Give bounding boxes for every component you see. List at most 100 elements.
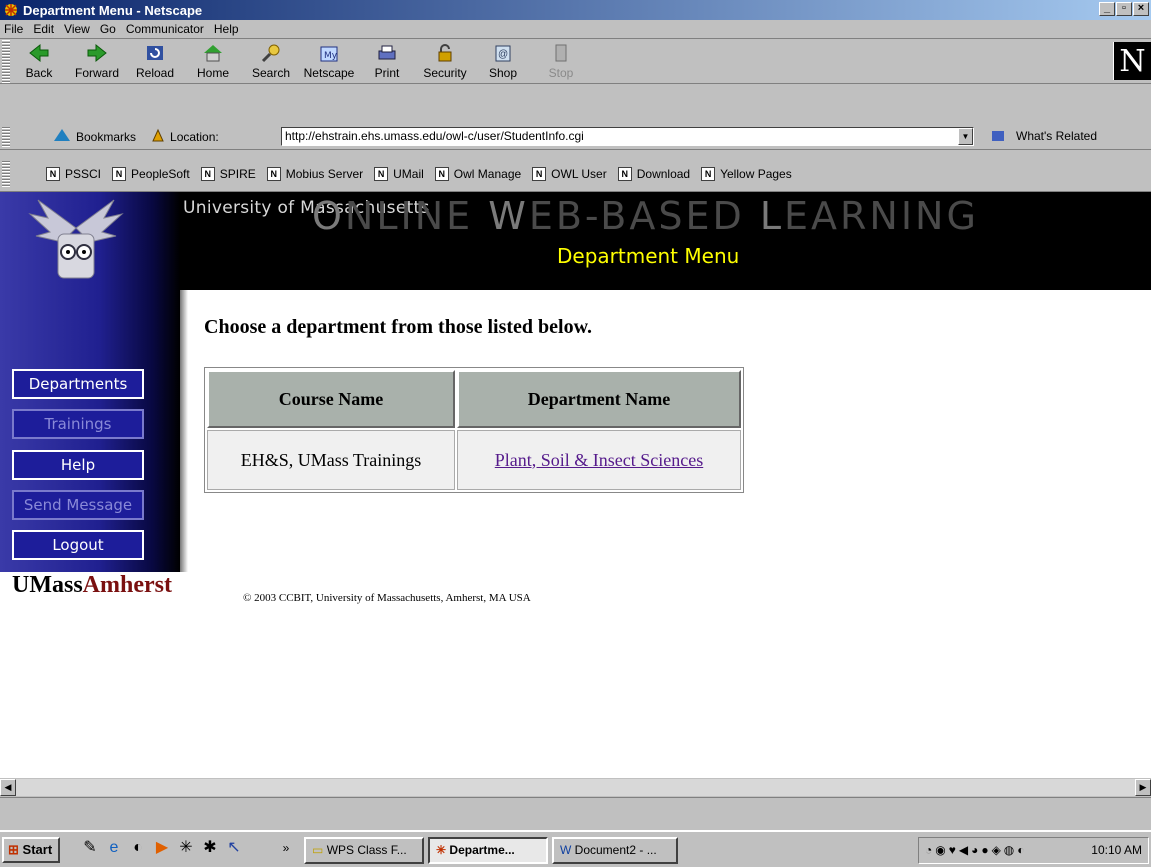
menu-help[interactable]: Help xyxy=(214,22,239,36)
menu-view[interactable]: View xyxy=(64,22,90,36)
toolbar-grip[interactable] xyxy=(2,40,10,83)
bookmark-link[interactable]: N Yellow Pages xyxy=(701,166,792,181)
bookmark-page-icon: N xyxy=(434,166,449,181)
page-content: University of Massachusetts ONLINE WEB-B… xyxy=(0,192,1151,778)
quicklaunch-icon[interactable]: ✱ xyxy=(200,837,220,859)
shop-icon: @ xyxy=(491,42,515,64)
whats-related-button[interactable]: What's Related xyxy=(1016,129,1097,143)
owl-logo-icon xyxy=(28,198,124,282)
print-button[interactable]: Print xyxy=(358,40,416,83)
reload-icon xyxy=(143,42,167,64)
page-subtitle: Department Menu xyxy=(557,244,740,268)
reload-button[interactable]: Reload xyxy=(126,40,184,83)
clock[interactable]: 10:10 AM xyxy=(1091,838,1142,863)
title-bar[interactable]: Department Menu - Netscape _ ▫ × xyxy=(0,0,1151,20)
toolbar-grip[interactable] xyxy=(2,160,10,187)
navigation-toolbar: Back Forward Reload Home Search My Netsc… xyxy=(0,40,1151,84)
windows-taskbar: ⊞ Start ✎ e ◐ ▶ ✳ ✱ ↖ » ▭ WPS Class F...… xyxy=(0,830,1151,867)
search-button[interactable]: Search xyxy=(242,40,300,83)
bookmark-link[interactable]: N Download xyxy=(617,166,690,181)
bookmark-link[interactable]: N SPIRE xyxy=(200,166,256,181)
column-header-department: Department Name xyxy=(457,370,741,428)
bookmark-page-icon: N xyxy=(200,166,215,181)
minimize-button[interactable]: _ xyxy=(1099,2,1115,16)
internet-explorer-icon[interactable]: e xyxy=(104,837,124,859)
back-button[interactable]: Back xyxy=(10,40,68,83)
menu-file[interactable]: File xyxy=(4,22,23,36)
back-arrow-icon xyxy=(27,42,51,64)
my-netscape-button[interactable]: My Netscape xyxy=(300,40,358,83)
bookmark-link[interactable]: N PeopleSoft xyxy=(112,166,190,181)
taskbar-button[interactable]: W Document2 - ... xyxy=(552,837,678,864)
search-icon xyxy=(259,42,283,64)
department-name-cell: Plant, Soil & Insect Sciences xyxy=(457,430,741,490)
word-document-icon: W xyxy=(560,843,572,857)
quicklaunch-icon[interactable]: ↖ xyxy=(224,837,244,859)
tray-icons[interactable]: ◔◉♥◀◕●◈◍◐ xyxy=(925,843,1028,857)
logout-button[interactable]: Logout xyxy=(12,530,144,560)
scroll-right-arrow-icon[interactable]: ▶ xyxy=(1135,779,1151,796)
maximize-button[interactable]: ▫ xyxy=(1116,2,1132,16)
url-dropdown-arrow[interactable]: ▼ xyxy=(958,128,973,145)
bookmark-link[interactable]: N UMail xyxy=(374,166,424,181)
bookmark-page-icon: N xyxy=(701,166,716,181)
page-heading: Choose a department from those listed be… xyxy=(204,316,592,338)
folder-icon: ▭ xyxy=(312,843,324,857)
menu-edit[interactable]: Edit xyxy=(33,22,54,36)
print-icon xyxy=(375,42,399,64)
windows-logo-icon: ⊞ xyxy=(8,842,19,857)
home-icon xyxy=(201,42,225,64)
toolbar-grip[interactable] xyxy=(2,126,10,147)
svg-text:My: My xyxy=(324,51,338,61)
location-label: Location: xyxy=(170,129,219,144)
bookmark-link[interactable]: N PSSCI xyxy=(46,166,101,181)
horizontal-scrollbar[interactable]: ◀ ▶ xyxy=(0,778,1151,796)
trainings-button[interactable]: Trainings xyxy=(12,409,144,439)
netscape-quicklaunch-icon[interactable]: ✳ xyxy=(176,837,196,859)
bookmark-page-icon: N xyxy=(532,166,547,181)
bookmark-link[interactable]: N Owl Manage xyxy=(434,166,521,181)
bookmark-link[interactable]: N Mobius Server xyxy=(266,166,363,181)
status-bar xyxy=(0,797,1151,823)
forward-button[interactable]: Forward xyxy=(68,40,126,83)
menu-bar: File Edit View Go Communicator Help xyxy=(0,20,1151,39)
table-header-row: Course Name Department Name xyxy=(207,370,741,428)
taskbar-button-active[interactable]: ✳ Departme... xyxy=(428,837,548,864)
bookmark-page-icon: N xyxy=(617,166,632,181)
help-button[interactable]: Help xyxy=(12,450,144,480)
quicklaunch-icon[interactable]: ◐ xyxy=(128,837,148,859)
home-button[interactable]: Home xyxy=(184,40,242,83)
departments-button[interactable]: Departments xyxy=(12,369,144,399)
location-icon xyxy=(150,127,166,146)
bookmark-link[interactable]: N OWL User xyxy=(532,166,607,181)
whats-related-icon xyxy=(990,128,1008,147)
svg-text:@: @ xyxy=(498,49,508,60)
system-tray: ◔◉♥◀◕●◈◍◐ 10:10 AM xyxy=(918,837,1149,864)
department-table: Course Name Department Name EH&S, UMass … xyxy=(204,367,744,493)
close-button[interactable]: × xyxy=(1133,2,1149,16)
quicklaunch-icon[interactable]: ✎ xyxy=(80,837,100,859)
quicklaunch-icon[interactable]: ▶ xyxy=(152,837,172,859)
stop-button[interactable]: Stop xyxy=(532,40,590,83)
netscape-logo[interactable]: N xyxy=(1113,42,1151,80)
bookmark-page-icon: N xyxy=(46,166,60,181)
my-netscape-icon: My xyxy=(317,42,341,64)
quicklaunch-more-icon[interactable]: » xyxy=(276,837,296,859)
scroll-left-arrow-icon[interactable]: ◀ xyxy=(0,779,16,796)
lock-icon xyxy=(433,42,457,64)
bookmarks-button[interactable]: Bookmarks xyxy=(76,130,136,144)
menu-communicator[interactable]: Communicator xyxy=(126,22,204,36)
taskbar-button[interactable]: ▭ WPS Class F... xyxy=(304,837,424,864)
umass-amherst-logo: UMassAmherst xyxy=(12,572,172,598)
window-title: Department Menu - Netscape xyxy=(23,2,203,18)
shop-button[interactable]: @ Shop xyxy=(474,40,532,83)
sidebar-shadow xyxy=(180,290,188,572)
send-message-button[interactable]: Send Message xyxy=(12,490,144,520)
banner-title: ONLINE WEB-BASED LEARNING xyxy=(312,194,979,238)
url-input[interactable]: http://ehstrain.ehs.umass.edu/owl-c/user… xyxy=(281,127,974,146)
security-button[interactable]: Security xyxy=(416,40,474,83)
menu-go[interactable]: Go xyxy=(100,22,116,36)
department-link[interactable]: Plant, Soil & Insect Sciences xyxy=(495,450,703,470)
start-button[interactable]: ⊞ Start xyxy=(2,837,60,863)
netscape-app-icon xyxy=(3,2,19,18)
